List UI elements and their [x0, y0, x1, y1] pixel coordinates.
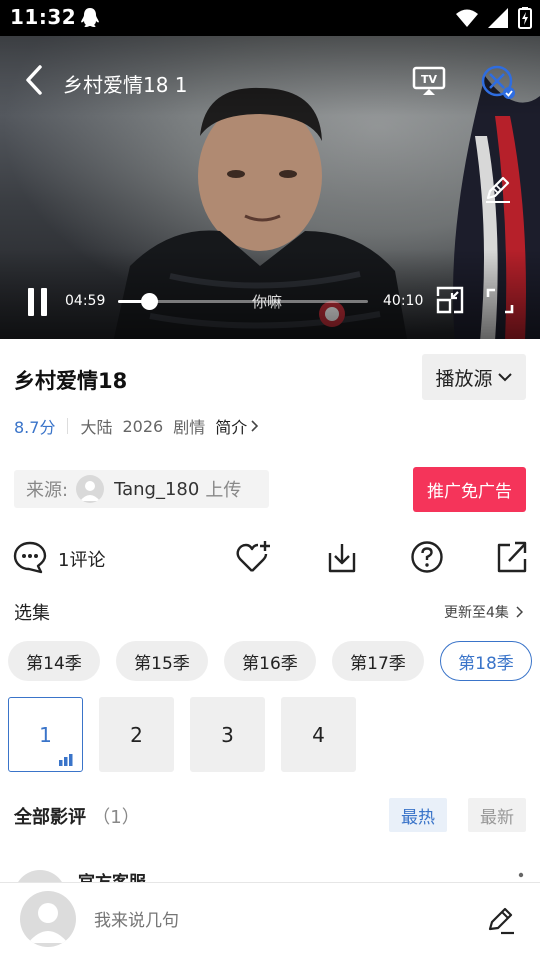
fullscreen-icon[interactable] [486, 288, 514, 314]
sort-hot-button[interactable]: 最热 [389, 798, 447, 832]
intro-label: 简介 [215, 418, 248, 437]
help-question-icon[interactable] [410, 540, 444, 574]
meta-genre: 剧情 [173, 418, 206, 437]
season-tab[interactable]: 第15季 [116, 641, 208, 681]
comment-count[interactable]: 1评论 [58, 546, 105, 572]
more-options-icon[interactable] [518, 872, 524, 882]
rating-score: 8.7分 [14, 418, 56, 437]
season-tab[interactable]: 第18季 [440, 641, 532, 681]
edit-pen-icon[interactable] [486, 905, 516, 935]
chevron-right-icon [516, 606, 523, 618]
play-source-button[interactable]: 播放源 [422, 354, 526, 400]
episode-number: 4 [312, 722, 325, 747]
show-title: 乡村爱情18 [14, 369, 128, 393]
comment-icon[interactable] [13, 540, 47, 574]
review-avatar[interactable] [14, 870, 66, 882]
uploader-avatar [76, 475, 105, 503]
episode-button[interactable]: 4 [281, 697, 356, 772]
favorite-add-icon[interactable] [236, 540, 272, 574]
wifi-icon [456, 9, 478, 27]
progress-track[interactable] [118, 293, 368, 310]
episode-number: 3 [221, 722, 234, 747]
share-icon[interactable] [496, 540, 528, 574]
episode-number: 2 [130, 722, 143, 747]
episode-button[interactable]: 1 [8, 697, 83, 772]
season-tab[interactable]: 第14季 [8, 641, 100, 681]
subtitle-text: 你嘛 [252, 293, 283, 311]
qq-notification-icon [81, 8, 99, 27]
meta-region: 大陆 [80, 418, 113, 437]
reviews-section-title: 全部影评 （1） [14, 803, 140, 829]
download-icon[interactable] [325, 540, 359, 574]
picture-in-picture-icon[interactable] [436, 286, 464, 314]
current-time: 04:59 [65, 293, 106, 309]
chevron-down-icon [497, 373, 512, 382]
status-time: 11:32 [10, 5, 77, 29]
video-player[interactable]: 乡村爱情18 1 TV 04:59 你嘛 40:10 [0, 36, 540, 339]
comment-composer [0, 882, 540, 960]
play-source-label: 播放源 [435, 367, 493, 390]
meta-year: 2026 [122, 416, 164, 436]
total-time: 40:10 [383, 293, 424, 309]
promo-remove-ads-button[interactable]: 推广免广告 [413, 467, 526, 512]
chevron-right-icon [251, 420, 259, 432]
episodes-section-title: 选集 [14, 603, 50, 624]
update-status-link[interactable]: 更新至4集 [444, 602, 523, 622]
show-meta: 8.7分 大陆 2026 剧情 简介 [14, 414, 259, 438]
user-silhouette-icon [80, 481, 101, 501]
uploader-suffix: 上传 [205, 480, 242, 501]
status-bar: 11:32 [0, 0, 540, 36]
signal-icon [488, 8, 508, 28]
episode-grid: 1 2 3 4 [8, 697, 356, 772]
now-playing-icon [59, 754, 73, 766]
uploader-chip[interactable]: 来源: Tang_180 上传 [14, 470, 269, 508]
bullet-comment-pen-icon[interactable] [484, 174, 512, 204]
season-tabs: 第14季 第15季 第16季 第17季 第18季 [8, 641, 532, 681]
comment-input[interactable] [94, 911, 454, 931]
reviews-title-text: 全部影评 [14, 807, 86, 828]
svg-text:TV: TV [421, 73, 438, 86]
episode-number: 1 [39, 722, 52, 747]
season-tab[interactable]: 第16季 [224, 641, 316, 681]
sort-new-button[interactable]: 最新 [468, 798, 526, 832]
battery-icon [518, 7, 532, 29]
season-tab[interactable]: 第17季 [332, 641, 424, 681]
episode-button[interactable]: 3 [190, 697, 265, 772]
intro-link[interactable]: 简介 [215, 414, 259, 438]
reviews-count: （1） [92, 807, 140, 828]
meta-divider [67, 418, 69, 434]
user-silhouette-icon [28, 903, 68, 943]
cast-tv-icon[interactable]: TV [412, 66, 446, 96]
uploader-label: 来源: [26, 480, 69, 501]
pause-button[interactable] [27, 288, 49, 316]
review-author[interactable]: 官方客服 [78, 868, 146, 882]
speed-boost-icon[interactable] [480, 64, 516, 100]
back-arrow-icon[interactable] [22, 64, 48, 96]
review-item: 官方客服 [0, 860, 540, 882]
episode-button[interactable]: 2 [99, 697, 174, 772]
video-title: 乡村爱情18 1 [63, 73, 188, 97]
pause-bar-left [28, 288, 34, 316]
uploader-name: Tang_180 [114, 478, 200, 500]
my-avatar [20, 891, 76, 947]
pause-bar-right [41, 288, 47, 316]
progress-handle[interactable] [141, 293, 158, 310]
update-status-text: 更新至4集 [444, 605, 509, 621]
